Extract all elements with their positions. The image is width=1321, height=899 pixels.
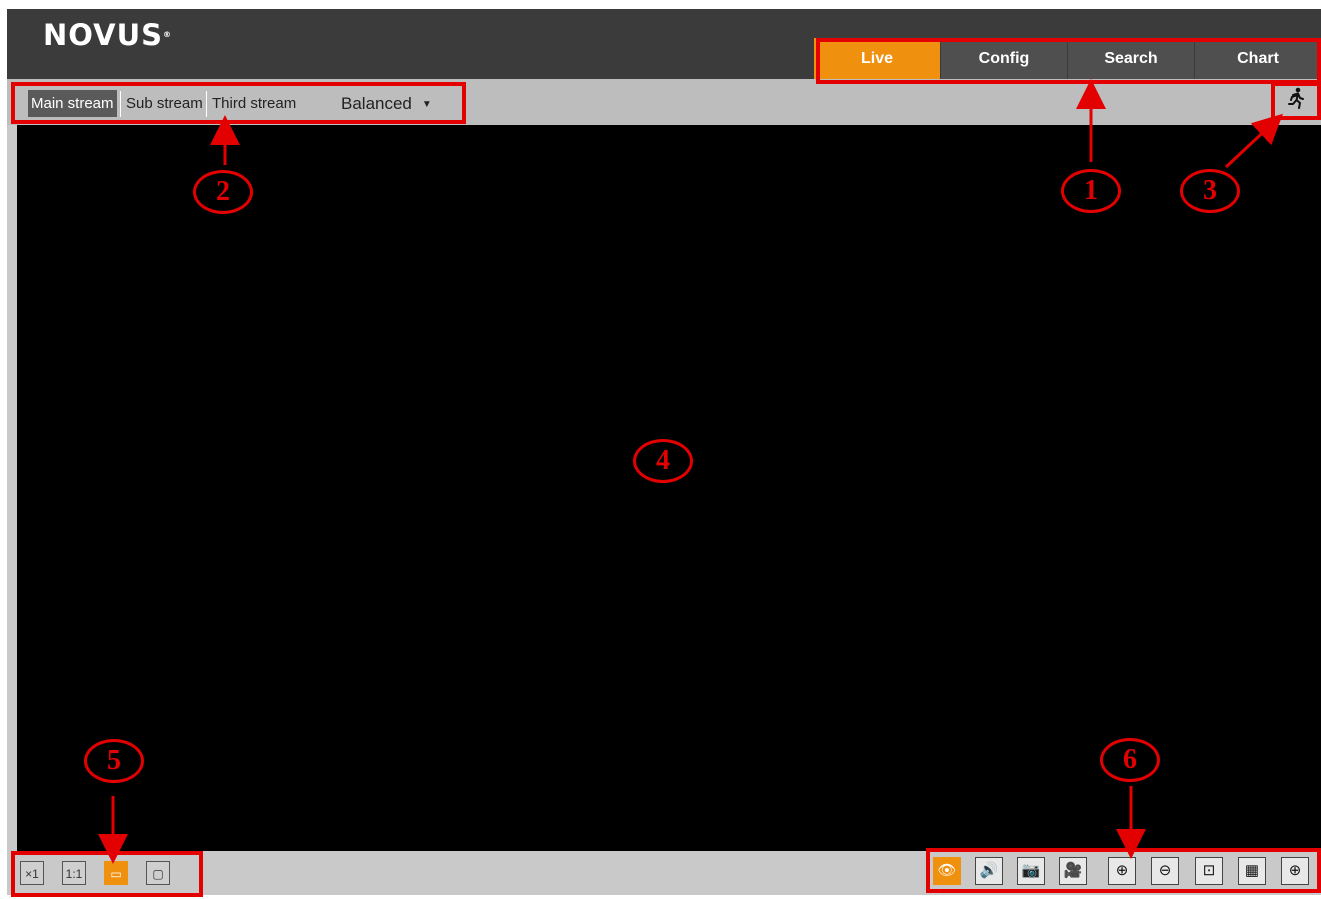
- original-size-icon[interactable]: ×1: [20, 861, 44, 885]
- quality-dropdown[interactable]: Balanced ▼: [341, 90, 432, 117]
- audio-icon[interactable]: 🔊: [975, 857, 1003, 885]
- film-icon[interactable]: ▦: [1238, 857, 1266, 885]
- callout-3: 3: [1180, 169, 1240, 213]
- ptz-icon[interactable]: ⊕: [1281, 857, 1309, 885]
- callout-5: 5: [84, 739, 144, 783]
- record-icon[interactable]: 🎥: [1059, 857, 1087, 885]
- divider: [206, 91, 207, 117]
- running-person-icon-graphic: [1288, 87, 1304, 109]
- area-zoom-icon[interactable]: ⊡: [1195, 857, 1223, 885]
- fit-window-icon[interactable]: 1:1: [62, 861, 86, 885]
- stream-toolbar: Main stream Sub stream Third stream Bala…: [7, 79, 1321, 125]
- live-view-icon[interactable]: 👁: [933, 857, 961, 885]
- third-stream-button[interactable]: Third stream: [209, 90, 299, 117]
- tab-search[interactable]: Search: [1067, 38, 1194, 80]
- stretch-icon[interactable]: ▭: [104, 861, 128, 885]
- zoom-out-icon[interactable]: ⊖: [1151, 857, 1179, 885]
- main-stream-button[interactable]: Main stream: [28, 90, 117, 117]
- callout-1: 1: [1061, 169, 1121, 213]
- zoom-in-icon[interactable]: ⊕: [1108, 857, 1136, 885]
- tab-live[interactable]: Live: [813, 38, 940, 80]
- running-person-icon[interactable]: [1283, 87, 1309, 117]
- tab-chart[interactable]: Chart: [1194, 38, 1321, 80]
- fullscreen-icon[interactable]: ▢: [146, 861, 170, 885]
- left-panel-strip: [7, 125, 17, 851]
- divider: [120, 91, 121, 117]
- tab-config[interactable]: Config: [940, 38, 1067, 80]
- sub-stream-button[interactable]: Sub stream: [123, 90, 206, 117]
- callout-6: 6: [1100, 738, 1160, 782]
- main-navigation: Live Config Search Chart: [813, 38, 1321, 80]
- callout-2: 2: [193, 170, 253, 214]
- quality-label: Balanced: [341, 94, 412, 113]
- novus-logo: NOVUS®: [43, 18, 173, 52]
- caret-down-icon: ▼: [421, 99, 432, 111]
- snapshot-icon[interactable]: 📷: [1017, 857, 1045, 885]
- callout-4: 4: [633, 439, 693, 483]
